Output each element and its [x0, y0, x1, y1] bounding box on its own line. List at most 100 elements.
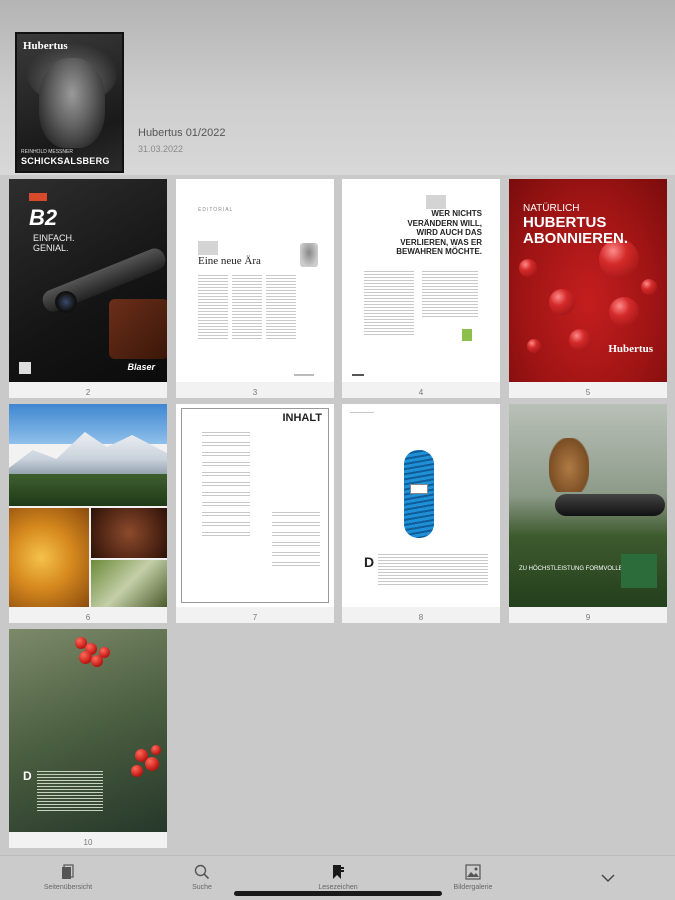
bird-image [91, 560, 167, 607]
water-drop [641, 279, 657, 295]
green-logo [462, 329, 472, 341]
water-drop [569, 329, 591, 351]
page-number: 10 [83, 838, 93, 847]
page-number: 4 [418, 388, 424, 397]
water-drop [519, 259, 537, 277]
new-badge [29, 193, 47, 201]
issue-date: 31.03.2022 [138, 144, 184, 154]
page-image-4: WER NICHTS VERÄNDERN WILL, WIRD AUCH DAS… [342, 179, 500, 382]
tab-image-gallery[interactable]: Bildergalerie [438, 856, 508, 900]
page-8-dropcap: D [364, 554, 375, 570]
climbing-rope-image [404, 450, 434, 538]
page-thumbnail-10[interactable]: D 10 [9, 629, 167, 848]
page-thumbnail-7[interactable]: INHALT 7 [176, 404, 334, 623]
page-image-10: D [9, 629, 167, 832]
page-grid: B2 EINFACH. GENIAL. Blaser 2 EDITORIAL E… [0, 175, 675, 855]
water-drop [609, 297, 639, 327]
page-number: 9 [585, 613, 591, 622]
page-number: 7 [252, 613, 258, 622]
berry [145, 757, 159, 771]
tab-label: Lesezeichen [318, 884, 358, 891]
page-3-section-label: EDITORIAL [198, 207, 234, 213]
page-image-8: D [342, 404, 500, 607]
text-block [378, 554, 488, 587]
cover-subtitle: REINHOLD MESSNER [21, 149, 73, 155]
page-5-line1: NATÜRLICH [523, 203, 580, 214]
water-drop [549, 289, 575, 315]
text-column [198, 275, 228, 341]
page-2-line1: EINFACH. [33, 233, 75, 243]
search-icon [194, 864, 210, 885]
quote-mark [198, 241, 218, 255]
tab-page-overview[interactable]: Seitenübersicht [28, 856, 108, 900]
cover-logo: Hubertus [23, 40, 68, 52]
page-3-title: Eine neue Ära [198, 255, 261, 267]
scope-image [55, 291, 77, 313]
text-column [232, 275, 262, 341]
contents-list [272, 512, 320, 572]
contents-list [202, 432, 250, 542]
collapse-button[interactable] [588, 856, 628, 900]
page-image-6 [9, 404, 167, 607]
page-number: 8 [418, 613, 424, 622]
gallery-icon [465, 864, 481, 885]
page-number: 5 [585, 388, 591, 397]
issue-header: Hubertus REINHOLD MESSNER SCHICKSALSBERG… [0, 0, 675, 175]
qr-code [19, 362, 31, 374]
rifle-stock-image [109, 299, 167, 359]
berry [151, 745, 161, 755]
issue-cover[interactable]: Hubertus REINHOLD MESSNER SCHICKSALSBERG [15, 32, 124, 173]
tab-search[interactable]: Suche [172, 856, 232, 900]
cover-title: SCHICKSALSBERG [21, 156, 110, 166]
page-10-dropcap: D [23, 769, 32, 783]
water-drop [527, 339, 541, 353]
berry [79, 651, 92, 664]
tab-label: Seitenübersicht [43, 884, 93, 891]
rope-tag [410, 484, 428, 494]
text-column [364, 271, 414, 337]
page-number: 3 [252, 388, 258, 397]
page-footer [352, 374, 364, 376]
issue-title: Hubertus 01/2022 [138, 127, 226, 139]
tab-label: Suche [192, 884, 212, 891]
page-thumbnail-5[interactable]: NATÜRLICH HUBERTUS ABONNIEREN. Hubertus … [509, 179, 667, 398]
page-image-7: INHALT [176, 404, 334, 607]
page-2-headline: B2 [29, 205, 58, 230]
cover-portrait [39, 58, 105, 148]
rifle-scope-image [555, 494, 665, 516]
page-thumbnail-6[interactable]: 6 [9, 404, 167, 623]
page-image-3: EDITORIAL Eine neue Ära [176, 179, 334, 382]
page-thumbnail-3[interactable]: EDITORIAL Eine neue Ära 3 [176, 179, 334, 398]
brand-logo [621, 554, 657, 588]
text-column [422, 271, 478, 319]
food-image [91, 508, 167, 558]
forest-image [9, 474, 167, 506]
page-2-line2: GENIAL. [33, 243, 69, 253]
page-number: 2 [85, 388, 91, 397]
home-indicator[interactable] [234, 891, 442, 896]
page-thumbnail-2[interactable]: B2 EINFACH. GENIAL. Blaser 2 [9, 179, 167, 398]
page-number: 6 [85, 613, 91, 622]
page-4-quote: WER NICHTS VERÄNDERN WILL, WIRD AUCH DAS… [396, 209, 482, 257]
page-5-line2: HUBERTUS ABONNIEREN. [523, 214, 629, 247]
page-thumbnail-4[interactable]: WER NICHTS VERÄNDERN WILL, WIRD AUCH DAS… [342, 179, 500, 398]
tab-label: Bildergalerie [453, 884, 493, 891]
text-column [266, 275, 296, 341]
quote-mark [426, 195, 446, 209]
page-thumbnail-8[interactable]: D 8 [342, 404, 500, 623]
deer-image [549, 438, 589, 492]
page-footer [294, 374, 314, 376]
author-portrait [300, 243, 318, 267]
page-7-title: INHALT [282, 412, 322, 424]
page-5-logo: Hubertus [608, 343, 653, 355]
bookmark-icon [331, 864, 345, 885]
page-image-9: ZU HÖCHSTLEISTUNG FORMVOLLENDET [509, 404, 667, 607]
text-block [37, 771, 103, 813]
page-image-5: NATÜRLICH HUBERTUS ABONNIEREN. Hubertus [509, 179, 667, 382]
page-image-2: B2 EINFACH. GENIAL. Blaser [9, 179, 167, 382]
page-thumbnail-9[interactable]: ZU HÖCHSTLEISTUNG FORMVOLLENDET 9 [509, 404, 667, 623]
pages-icon [61, 864, 75, 885]
section-label [350, 412, 374, 415]
bee-image [9, 508, 89, 607]
berry [131, 765, 143, 777]
